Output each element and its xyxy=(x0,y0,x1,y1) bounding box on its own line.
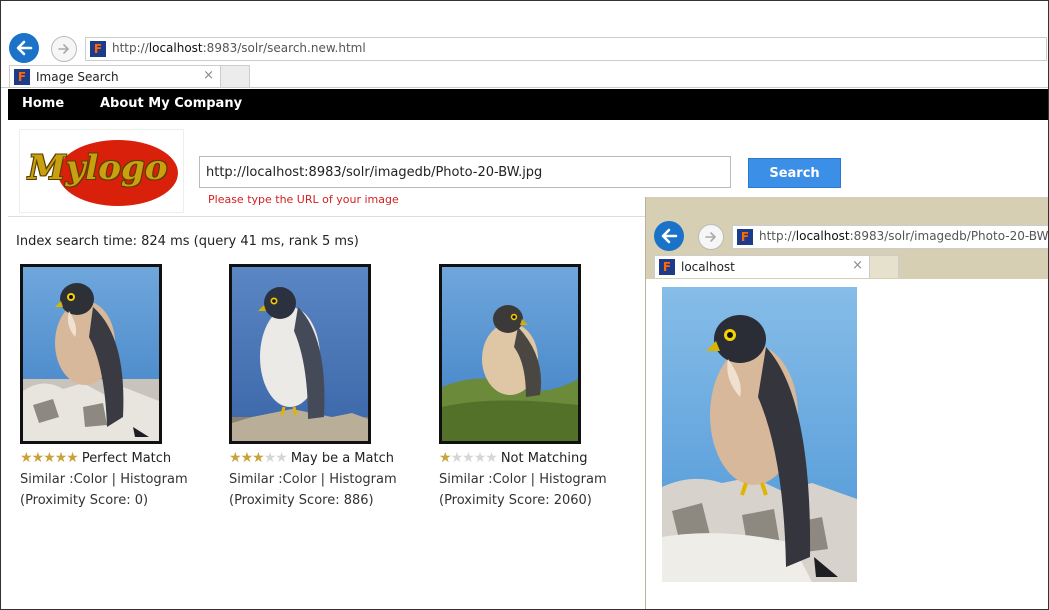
search-button[interactable]: Search xyxy=(748,158,841,188)
forward-arrow-icon xyxy=(58,44,69,54)
tab-title: Image Search xyxy=(36,70,119,84)
nav-about-link[interactable]: About My Company xyxy=(100,96,242,111)
star-rating: ★★★★★ xyxy=(20,450,79,466)
proximity-score: (Proximity Score: 0) xyxy=(20,493,149,508)
tab-close-icon[interactable]: × xyxy=(852,258,863,273)
star-icon: ★ xyxy=(275,450,288,466)
browser-chrome: F http://localhost:8983/solr/search.new.… xyxy=(1,1,1048,89)
url-hint: Please type the URL of your image xyxy=(208,193,399,206)
popup-content xyxy=(646,279,1048,609)
popup-new-tab-button[interactable] xyxy=(869,255,899,278)
similar-separator: | xyxy=(111,472,117,487)
rating-label: Perfect Match xyxy=(81,451,172,466)
star-icon: ★ xyxy=(54,450,68,466)
popup-chrome: F http://localhost:8983/solr/imagedb/Pho… xyxy=(646,197,1049,285)
proximity-score: (Proximity Score: 2060) xyxy=(439,493,592,508)
result-thumbnail[interactable] xyxy=(229,264,371,444)
similar-color-link[interactable]: Color xyxy=(283,472,317,487)
star-icon: ★ xyxy=(263,450,277,466)
popup-address-url: http://localhost:8983/solr/imagedb/Photo… xyxy=(759,229,1049,243)
back-button[interactable] xyxy=(9,33,39,63)
similar-links: Similar :Color | Histogram xyxy=(439,472,639,487)
match-rating: ★★★★★ Perfect Match xyxy=(20,450,220,466)
result-thumbnail[interactable] xyxy=(439,264,581,444)
logo-text: Mylogo xyxy=(28,148,168,188)
index-search-time: Index search time: 824 ms (query 41 ms, … xyxy=(16,234,359,249)
popup-address-bar[interactable]: F http://localhost:8983/solr/imagedb/Pho… xyxy=(732,225,1049,249)
similar-prefix: Similar : xyxy=(229,472,283,487)
back-arrow-icon xyxy=(661,228,678,244)
image-url-input[interactable] xyxy=(199,156,731,188)
company-logo: Mylogo xyxy=(19,129,184,213)
tab-image-search[interactable]: F Image Search × xyxy=(9,65,221,88)
similar-color-link[interactable]: Color xyxy=(74,472,108,487)
star-icon: ★ xyxy=(485,450,498,466)
new-tab-button[interactable] xyxy=(220,65,250,88)
star-icon: ★ xyxy=(439,450,452,466)
star-icon: ★ xyxy=(252,450,265,466)
full-size-image xyxy=(662,287,857,582)
tab-close-icon[interactable]: × xyxy=(203,68,214,83)
site-favicon-icon: F xyxy=(737,229,753,245)
star-icon: ★ xyxy=(66,450,79,466)
similar-histogram-link[interactable]: Histogram xyxy=(539,472,606,487)
match-rating: ★★★★★ May be a Match xyxy=(229,450,429,466)
star-icon: ★ xyxy=(229,450,242,466)
forward-arrow-icon xyxy=(705,232,716,242)
similar-prefix: Similar : xyxy=(20,472,74,487)
similar-separator: | xyxy=(320,472,326,487)
similar-histogram-link[interactable]: Histogram xyxy=(120,472,187,487)
tab-favicon-icon: F xyxy=(659,259,675,275)
proximity-score: (Proximity Score: 886) xyxy=(229,493,374,508)
forward-button[interactable] xyxy=(51,36,77,62)
similar-color-link[interactable]: Color xyxy=(493,472,527,487)
site-favicon-icon: F xyxy=(90,41,106,57)
tab-favicon-icon: F xyxy=(14,69,30,85)
chrome-divider xyxy=(1,87,1048,88)
screenshot-frame: F http://localhost:8983/solr/search.new.… xyxy=(0,0,1049,610)
popup-browser-window: F http://localhost:8983/solr/imagedb/Pho… xyxy=(645,197,1049,609)
back-arrow-icon xyxy=(16,40,33,56)
result-card: ★★★★★ Not Matching Similar :Color | Histo… xyxy=(439,264,639,508)
result-card: ★★★★★ May be a Match Similar :Color | His… xyxy=(229,264,429,508)
address-url: http://localhost:8983/solr/search.new.ht… xyxy=(112,41,366,55)
falcon-image xyxy=(442,305,578,441)
address-bar[interactable]: F http://localhost:8983/solr/search.new.… xyxy=(85,37,1047,61)
star-rating: ★★★★★ xyxy=(439,450,498,466)
star-icon: ★ xyxy=(450,450,464,466)
similar-histogram-link[interactable]: Histogram xyxy=(329,472,396,487)
star-icon: ★ xyxy=(473,450,487,466)
popup-forward-button[interactable] xyxy=(698,224,724,250)
similar-links: Similar :Color | Histogram xyxy=(20,472,220,487)
nav-home-link[interactable]: Home xyxy=(22,96,64,111)
star-icon: ★ xyxy=(31,450,45,466)
star-rating: ★★★★★ xyxy=(229,450,288,466)
star-icon: ★ xyxy=(462,450,475,466)
popup-back-button[interactable] xyxy=(654,221,684,251)
star-icon: ★ xyxy=(20,450,33,466)
rating-label: Not Matching xyxy=(500,451,588,466)
falcon-image xyxy=(232,287,368,441)
falcon-image xyxy=(23,283,159,441)
falcon-image xyxy=(662,315,857,582)
star-icon: ★ xyxy=(43,450,56,466)
result-thumbnail[interactable] xyxy=(20,264,162,444)
match-rating: ★★★★★ Not Matching xyxy=(439,450,639,466)
similar-prefix: Similar : xyxy=(439,472,493,487)
tab-localhost[interactable]: F localhost × xyxy=(654,255,870,278)
similar-links: Similar :Color | Histogram xyxy=(229,472,429,487)
star-icon: ★ xyxy=(240,450,254,466)
similar-separator: | xyxy=(530,472,536,487)
result-card: ★★★★★ Perfect Match Similar :Color | Hist… xyxy=(20,264,220,508)
rating-label: May be a Match xyxy=(290,451,394,466)
popup-tab-title: localhost xyxy=(681,260,735,274)
site-nav: Home About My Company xyxy=(8,89,1048,120)
